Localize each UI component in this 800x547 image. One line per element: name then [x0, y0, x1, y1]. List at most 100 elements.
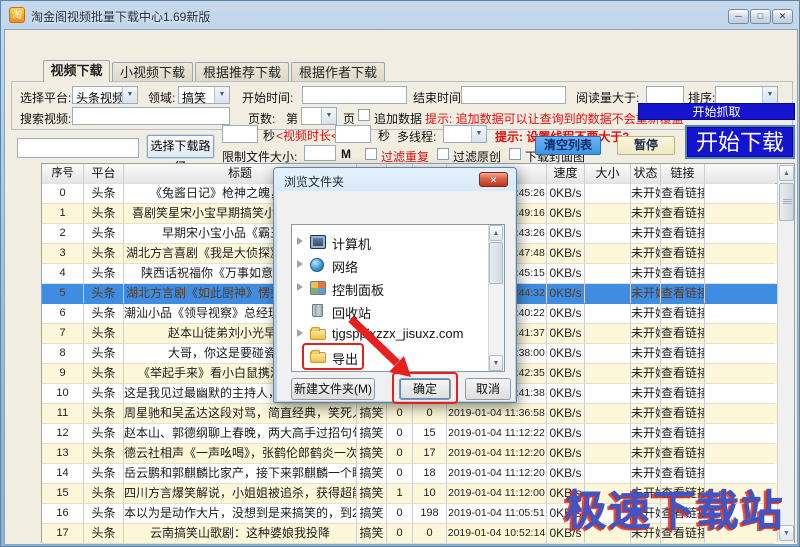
expander-icon[interactable]: [297, 260, 303, 268]
chevron-down-icon[interactable]: ▼: [471, 126, 486, 142]
sort-select[interactable]: ▼: [715, 86, 778, 104]
cell-speed: 0KB/s: [547, 424, 585, 444]
filter-original-checkbox[interactable]: [437, 148, 449, 160]
scroll-up-icon[interactable]: ▲: [779, 165, 794, 181]
scroll-down-icon[interactable]: ▼: [489, 355, 503, 371]
cell-link[interactable]: 查看链接: [661, 364, 705, 384]
cell-platform: 头条: [84, 384, 124, 404]
download-cover-checkbox[interactable]: [509, 148, 521, 160]
cell-num: 14: [42, 464, 84, 484]
cell-link[interactable]: 查看链接: [661, 344, 705, 364]
tree-item-label: 计算机: [332, 234, 371, 253]
cell-size: [585, 444, 631, 464]
minimize-icon[interactable]: ─: [728, 9, 749, 24]
chevron-down-icon[interactable]: ▼: [762, 87, 777, 103]
clear-list-button[interactable]: 清空列表: [535, 136, 601, 155]
tree-item-2[interactable]: 网络: [292, 254, 488, 277]
cell-c1: 0: [387, 524, 413, 544]
scroll-up-icon[interactable]: ▲: [489, 225, 503, 241]
chevron-down-icon[interactable]: ▼: [214, 87, 229, 103]
chevron-down-icon[interactable]: ▼: [122, 87, 137, 103]
cell-status: 未开始: [631, 324, 661, 344]
cell-link[interactable]: 查看链接: [661, 424, 705, 444]
tree-item-1[interactable]: 计算机: [292, 231, 488, 254]
append-checkbox[interactable]: [358, 109, 370, 121]
scroll-thumb[interactable]: [489, 242, 503, 284]
cell-link[interactable]: 查看链接: [661, 184, 705, 204]
views-label: 阅读量大于:: [576, 89, 639, 106]
download-path-input[interactable]: [17, 138, 139, 158]
cell-c2: 18: [413, 464, 447, 484]
cell-link[interactable]: 查看链接: [661, 304, 705, 324]
pause-button[interactable]: 暂停: [617, 136, 675, 155]
cell-platform: 头条: [84, 184, 124, 204]
threads-select[interactable]: ▼: [443, 125, 487, 143]
start-download-button[interactable]: 开始下载: [685, 125, 795, 159]
platform-select[interactable]: 头条视频▼: [72, 86, 138, 104]
dialog-close-icon[interactable]: ✕: [479, 172, 508, 187]
end-time-input[interactable]: [461, 86, 566, 104]
cell-link[interactable]: 查看链接: [661, 264, 705, 284]
cell-platform: 头条: [84, 324, 124, 344]
cell-num: 4: [42, 264, 84, 284]
cell-platform: 头条: [84, 224, 124, 244]
cell-speed: 0KB/s: [547, 344, 585, 364]
computer-icon: [310, 235, 326, 249]
tab-4[interactable]: 根据作者下载: [291, 62, 385, 82]
tab-2[interactable]: 小视频下载: [112, 62, 193, 82]
cell-link[interactable]: 查看链接: [661, 324, 705, 344]
scroll-thumb[interactable]: [779, 183, 794, 221]
start-time-input[interactable]: [302, 86, 407, 104]
table-row[interactable]: 13头条德云社相声《一声吆喝》，张鹤伦郎鹤炎一次笑个够搞笑0172019-01-…: [42, 444, 794, 464]
cell-c1: 0: [387, 444, 413, 464]
duration-mid-label: <视频时长<: [276, 127, 338, 144]
duration-min-input[interactable]: [222, 125, 258, 143]
cell-link[interactable]: 查看链接: [661, 244, 705, 264]
cell-link[interactable]: 查看链接: [661, 444, 705, 464]
browse-folder-dialog: 浏览文件夹 ✕ ▲ ▼ 计算机网络控制面板回收站tjgspplxzzx_jisu…: [273, 167, 517, 403]
cell-status: 未开始: [631, 364, 661, 384]
search-input[interactable]: [72, 107, 230, 125]
cell-filler: [705, 404, 775, 424]
page-select[interactable]: ▼: [301, 107, 337, 125]
cell-title: 四川方言爆笑解说，小姐姐被追杀，获得超能力后，一脚踢飞魔鬼！: [124, 484, 357, 504]
cell-time: 2019-01-04 11:12:20: [447, 464, 547, 484]
cell-filler: [705, 304, 775, 324]
cell-status: 未开始: [631, 344, 661, 364]
cell-speed: 0KB/s: [547, 444, 585, 464]
filter-duplicate-checkbox[interactable]: [365, 148, 377, 160]
dialog-body: ▲ ▼ 计算机网络控制面板回收站tjgspplxzzx_jisuxz.com导出…: [277, 191, 515, 401]
chevron-down-icon[interactable]: ▼: [321, 108, 336, 124]
grab-button[interactable]: 开始抓取: [638, 103, 795, 120]
category-select[interactable]: 搞笑▼: [178, 86, 230, 104]
tree-scrollbar[interactable]: ▲ ▼: [488, 225, 504, 371]
cell-platform: 头条: [84, 344, 124, 364]
tree-item-label: 控制面板: [332, 280, 384, 299]
tree-item-3[interactable]: 控制面板: [292, 277, 488, 300]
tab-3[interactable]: 根据推荐下载: [195, 62, 289, 82]
table-row[interactable]: 11头条周星驰和吴孟达这段对骂，简直经典，笑死人了！搞笑002019-01-04…: [42, 404, 794, 424]
cell-link[interactable]: 查看链接: [661, 204, 705, 224]
limit-input[interactable]: [304, 145, 336, 161]
choose-path-button[interactable]: 选择下载路径: [147, 135, 214, 158]
expander-icon[interactable]: [297, 237, 303, 245]
tab-1[interactable]: 视频下载: [43, 60, 110, 82]
close-icon[interactable]: ✕: [772, 9, 793, 24]
cell-link[interactable]: 查看链接: [661, 284, 705, 304]
views-input[interactable]: [646, 86, 684, 104]
cell-num: 3: [42, 244, 84, 264]
table-row[interactable]: 12头条赵本山、郭德纲聊上春晚，两大高手过招句句精彩，全场掌声不断搞笑01520…: [42, 424, 794, 444]
cell-link[interactable]: 查看链接: [661, 224, 705, 244]
expander-icon[interactable]: [297, 283, 303, 291]
expander-icon[interactable]: [297, 329, 303, 337]
cancel-button[interactable]: 取消: [465, 378, 511, 400]
cell-speed: 0KB/s: [547, 264, 585, 284]
dialog-title: 浏览文件夹: [284, 173, 344, 190]
cell-platform: 头条: [84, 284, 124, 304]
cell-num: 0: [42, 184, 84, 204]
cell-platform: 头条: [84, 424, 124, 444]
duration-max-input[interactable]: [335, 125, 371, 143]
cell-link[interactable]: 查看链接: [661, 404, 705, 424]
maximize-icon[interactable]: □: [750, 9, 771, 24]
cell-link[interactable]: 查看链接: [661, 384, 705, 404]
